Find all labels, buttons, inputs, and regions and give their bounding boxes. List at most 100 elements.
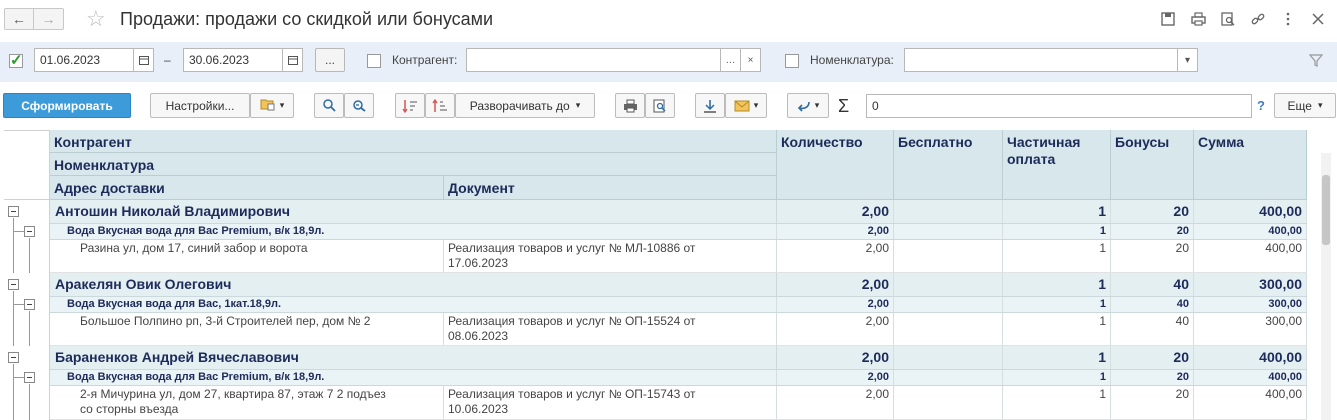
group-row[interactable]: Бараненков Андрей Вячеславович 2,00 1 20… (50, 346, 1307, 370)
header-item[interactable]: Номенклатура (50, 153, 777, 176)
period-checkbox[interactable] (9, 51, 23, 69)
search-button[interactable] (314, 93, 344, 118)
chevron-down-icon: ▾ (1317, 100, 1323, 110)
help-icon[interactable]: ? (1257, 98, 1265, 113)
header-bonus[interactable]: Бонусы (1111, 130, 1194, 200)
detail-bonus: 40 (1111, 313, 1194, 345)
chevron-down-icon: ▾ (753, 100, 759, 110)
clear-icon[interactable]: × (741, 48, 761, 72)
group-bonus: 20 (1111, 346, 1194, 369)
item-row[interactable]: Вода Вкусная вода для Вас Premium, в/к 1… (50, 370, 1307, 386)
group-row[interactable]: Аракелян Овик Олегович 2,00 1 40 300,00 (50, 273, 1307, 297)
print-icon (623, 99, 637, 112)
detail-document[interactable]: Реализация товаров и услуг № МЛ-10886 от… (444, 240, 777, 272)
collapse-icon[interactable] (8, 279, 19, 290)
tree-gutter (4, 200, 50, 273)
header-sum[interactable]: Сумма (1194, 130, 1307, 200)
header-document[interactable]: Документ (444, 176, 777, 200)
navigate-back-button[interactable]: ▾ (787, 93, 829, 118)
detail-free (894, 386, 1003, 419)
detail-row[interactable]: Большое Полпино рп, 3-й Строителей пер, … (50, 313, 1307, 346)
item-row[interactable]: Вода Вкусная вода для Вас, 1кат.18,9л. 2… (50, 297, 1307, 313)
export-button[interactable] (695, 93, 725, 118)
calendar-icon[interactable] (134, 48, 154, 72)
print-button[interactable] (615, 93, 645, 118)
chevron-down-icon: ▾ (575, 100, 581, 110)
print-icon[interactable] (1189, 10, 1207, 28)
collapse-icon[interactable] (8, 206, 19, 217)
header-free[interactable]: Бесплатно (894, 130, 1003, 200)
search-next-button[interactable] (344, 93, 374, 118)
item-free (894, 370, 1003, 385)
more-button[interactable]: Еще ▾ (1274, 93, 1336, 118)
group-bonus: 20 (1111, 200, 1194, 223)
back-button[interactable]: ← (4, 8, 34, 30)
document-line: Реализация товаров и услуг № ОП-15743 от (448, 387, 696, 401)
header-qty[interactable]: Количество (777, 130, 894, 200)
more-icon[interactable] (1279, 10, 1297, 28)
counterparty-input[interactable] (466, 48, 721, 72)
filter-icon[interactable] (1308, 53, 1324, 70)
preview-icon[interactable] (1219, 10, 1237, 28)
calendar-icon[interactable] (283, 48, 303, 72)
chevron-down-icon: ▾ (814, 100, 820, 110)
title-bar: ← → ☆ Продажи: продажи со скидкой или бо… (0, 0, 1337, 40)
collapse-icon[interactable] (24, 299, 35, 310)
item-partial: 1 (1003, 297, 1111, 312)
sort-asc-button[interactable] (395, 93, 425, 118)
favorite-star-icon[interactable]: ☆ (86, 6, 106, 32)
header-partial[interactable]: Частичная оплата (1003, 130, 1111, 200)
select-dots-icon[interactable]: … (721, 48, 741, 72)
scrollbar-thumb[interactable] (1322, 175, 1330, 245)
collapse-icon[interactable] (8, 352, 19, 363)
generate-button[interactable]: Сформировать (3, 93, 131, 118)
address-line: 2-я Мичурина ул, дом 27, квартира 87, эт… (80, 387, 386, 401)
collapse-icon[interactable] (24, 226, 35, 237)
period-select-button[interactable]: ... (315, 48, 345, 72)
detail-row[interactable]: Разина ул, дом 17, синий забор и ворота … (50, 240, 1307, 273)
date-separator: – (164, 53, 171, 67)
return-arrow-icon (797, 101, 810, 112)
counterparty-checkbox[interactable] (367, 54, 381, 68)
sort-desc-button[interactable] (425, 93, 455, 118)
date-from-input[interactable]: 01.06.2023 (34, 48, 134, 72)
more-label: Еще (1287, 98, 1312, 113)
item-input[interactable] (904, 48, 1178, 72)
header-address[interactable]: Адрес доставки (50, 176, 444, 200)
group-partial: 1 (1003, 346, 1111, 369)
detail-sum: 400,00 (1194, 386, 1307, 419)
detail-document[interactable]: Реализация товаров и услуг № ОП-15524 от… (444, 313, 777, 345)
expand-to-button[interactable]: Разворачивать до ▾ (455, 93, 595, 118)
detail-address: Большое Полпино рп, 3-й Строителей пер, … (50, 313, 444, 345)
header-counterparty[interactable]: Контрагент (50, 130, 777, 153)
detail-address: Разина ул, дом 17, синий забор и ворота (50, 240, 444, 272)
group-sum: 400,00 (1194, 346, 1307, 369)
item-row[interactable]: Вода Вкусная вода для Вас Premium, в/к 1… (50, 224, 1307, 240)
variant-menu-button[interactable]: ▾ (250, 93, 294, 118)
sum-field[interactable]: 0 (866, 94, 1252, 118)
send-email-button[interactable]: ▾ (725, 93, 767, 118)
group-name: Аракелян Овик Олегович (50, 273, 777, 296)
date-to-input[interactable]: 30.06.2023 (183, 48, 283, 72)
print-preview-icon (653, 99, 666, 112)
address-line: со сторны въезда (80, 402, 179, 416)
save-icon[interactable] (1159, 10, 1177, 28)
detail-row[interactable]: 2-я Мичурина ул, дом 27, квартира 87, эт… (50, 386, 1307, 420)
search-next-icon (353, 100, 366, 112)
detail-bonus: 20 (1111, 240, 1194, 272)
sort-descending-icon (432, 98, 447, 112)
item-checkbox[interactable] (785, 54, 799, 68)
print-preview-button[interactable] (645, 93, 675, 118)
item-sum: 400,00 (1194, 224, 1307, 239)
detail-bonus: 20 (1111, 386, 1194, 419)
item-partial: 1 (1003, 370, 1111, 385)
group-free (894, 346, 1003, 369)
collapse-icon[interactable] (24, 372, 35, 383)
detail-document[interactable]: Реализация товаров и услуг № ОП-15743 от… (444, 386, 777, 419)
close-icon[interactable] (1309, 10, 1327, 28)
group-row[interactable]: Антошин Николай Владимирович 2,00 1 20 4… (50, 200, 1307, 224)
forward-button[interactable]: → (34, 8, 64, 30)
dropdown-arrow-icon[interactable]: ▾ (1178, 48, 1198, 72)
link-icon[interactable] (1249, 10, 1267, 28)
settings-button[interactable]: Настройки... (150, 93, 250, 118)
